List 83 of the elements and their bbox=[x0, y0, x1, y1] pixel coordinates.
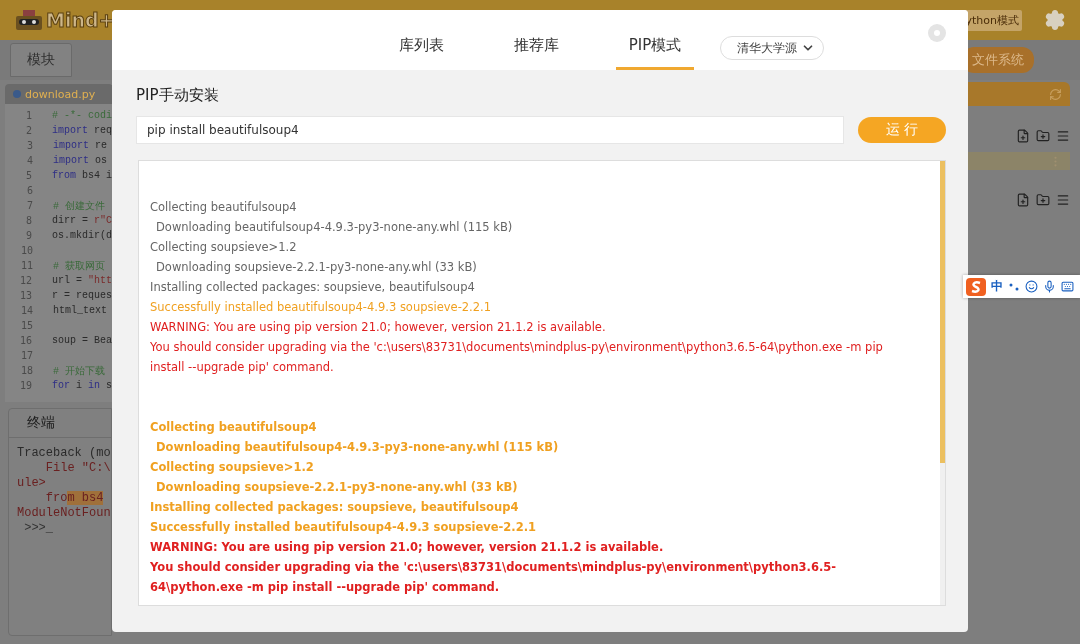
code-line: # -*- codi bbox=[52, 110, 112, 121]
output-line: Collecting soupsieve>1.2 bbox=[150, 459, 315, 476]
keyboard-icon[interactable] bbox=[1061, 280, 1074, 293]
output-line: You should consider upgrading via the 'c:\users\83731\documents\mindplus-py\environment\python3.6.5-64\python.exe -m pip install --upgrade pip' command. bbox=[150, 339, 884, 376]
line-number: 14 bbox=[19, 305, 33, 316]
terminal-line: File "C:\ bbox=[44, 461, 111, 476]
output-line: Downloading soupsieve-2.2.1-py3-none-any.whl (33 kB) bbox=[155, 479, 519, 496]
line-number: 15 bbox=[19, 320, 33, 331]
output-line: WARNING: You are using pip version 21.0; however, version 21.1.2 is available. bbox=[150, 539, 665, 556]
line-number: 4 bbox=[25, 155, 33, 166]
code-line: dirr = r"C bbox=[51, 215, 112, 226]
dialog-tab[interactable]: PIP模式 bbox=[615, 36, 695, 70]
code-line: # 获取网页 bbox=[53, 259, 105, 273]
output-line: WARNING: You are using pip version 21.0; however, version 21.1.2 is available. bbox=[150, 319, 607, 336]
code-line: import re bbox=[53, 140, 108, 151]
output-line: Downloading beautifulsoup4-4.9.3-py3-none-any.whl (115 kB) bbox=[155, 439, 560, 456]
python-file-icon bbox=[13, 90, 21, 98]
menu-icon[interactable] bbox=[1056, 193, 1070, 207]
dialog-tab[interactable]: 库列表 bbox=[385, 36, 457, 70]
line-number: 18 bbox=[19, 365, 33, 376]
line-number: 17 bbox=[19, 350, 33, 361]
emoji-icon[interactable] bbox=[1025, 280, 1038, 293]
ime-mode[interactable]: 中 bbox=[991, 278, 1003, 295]
code-line: # 开始下载 bbox=[53, 364, 105, 378]
new-file-icon[interactable] bbox=[1016, 129, 1030, 143]
code-line: html_text bbox=[53, 305, 107, 316]
output-line: Collecting beautifulsoup4 bbox=[150, 199, 298, 216]
line-number: 19 bbox=[18, 380, 32, 391]
line-number: 5 bbox=[24, 170, 32, 181]
microphone-icon[interactable] bbox=[1043, 280, 1056, 293]
output-line: Collecting beautifulsoup4 bbox=[150, 419, 318, 436]
output-line: Downloading beautifulsoup4-4.9.3-py3-none-any.whl (115 kB) bbox=[155, 219, 514, 236]
section-title: PIP手动安装 bbox=[136, 86, 220, 106]
code-line: url = "htt bbox=[51, 275, 112, 286]
circle-icon bbox=[933, 29, 941, 37]
line-number: 10 bbox=[19, 245, 33, 256]
line-number: 3 bbox=[25, 140, 33, 151]
line-number: 13 bbox=[18, 290, 32, 301]
output-line: Successfully installed beautifulsoup4-4.9.3 soupsieve-2.2.1 bbox=[150, 519, 538, 536]
code-line: r = reques bbox=[52, 290, 112, 301]
code-line: import os bbox=[53, 155, 108, 166]
line-number: 8 bbox=[24, 215, 32, 226]
code-line: os.mkdir(d bbox=[52, 230, 112, 241]
terminal-line: ModuleNotFoun bbox=[17, 506, 111, 521]
ime-logo-icon[interactable] bbox=[966, 277, 986, 296]
terminal-line: from bs4 bbox=[44, 491, 105, 506]
code-line: import req bbox=[51, 125, 112, 136]
output-line: Successfully installed beautifulsoup4-4.9.3 soupsieve-2.2.1 bbox=[150, 299, 493, 316]
output-line: Downloading soupsieve-2.2.1-py3-none-any.whl (33 kB) bbox=[155, 259, 478, 276]
output-line: Installing collected packages: soupsieve, beautifulsoup4 bbox=[150, 279, 476, 296]
code-line: from bs4 i bbox=[51, 170, 112, 181]
new-folder-icon[interactable] bbox=[1036, 129, 1050, 143]
robot-logo-icon bbox=[14, 8, 44, 32]
punctuation-icon[interactable] bbox=[1008, 281, 1020, 292]
source-dropdown[interactable]: 清华大学源 bbox=[720, 36, 824, 60]
output-line: You should consider upgrading via the 'c:\users\83731\documents\mindplus-py\environment\python3.6.5-64\python.exe -m pip install --upgrade pip' command. bbox=[150, 559, 838, 596]
terminal-title: 终端 bbox=[27, 414, 55, 432]
line-number: 6 bbox=[25, 185, 33, 196]
scrollbar-thumb[interactable] bbox=[940, 161, 945, 463]
menu-icon[interactable] bbox=[1056, 129, 1070, 143]
line-number: 16 bbox=[18, 335, 32, 346]
line-number: 2 bbox=[24, 125, 32, 136]
dialog-tab[interactable]: 推荐库 bbox=[500, 36, 572, 70]
logo-text: Mind+ bbox=[46, 9, 115, 31]
output-line: Collecting soupsieve>1.2 bbox=[150, 239, 298, 256]
line-number: 12 bbox=[18, 275, 32, 286]
line-number: 11 bbox=[19, 260, 33, 271]
nav-tab[interactable]: 模块 bbox=[10, 43, 72, 77]
file-name: download.py bbox=[25, 87, 96, 101]
settings-icon[interactable] bbox=[1044, 9, 1066, 31]
terminal-line: >>>_ bbox=[23, 521, 54, 536]
terminal-line: Traceback (mo bbox=[17, 446, 111, 461]
new-file-icon[interactable] bbox=[1016, 193, 1030, 207]
line-number: 7 bbox=[25, 200, 33, 211]
output-line: Installing collected packages: soupsieve, beautifulsoup4 bbox=[150, 499, 520, 516]
command-field[interactable]: pip install beautifulsoup4 bbox=[136, 116, 844, 144]
new-folder-icon[interactable] bbox=[1036, 193, 1050, 207]
terminal-line: ule> bbox=[17, 476, 47, 491]
line-number: 1 bbox=[24, 110, 32, 121]
code-line: soup = Bea bbox=[52, 335, 112, 346]
code-line: for i in s bbox=[51, 380, 112, 391]
code-line: # 创建文件 bbox=[53, 199, 105, 213]
line-number: 9 bbox=[24, 230, 32, 241]
